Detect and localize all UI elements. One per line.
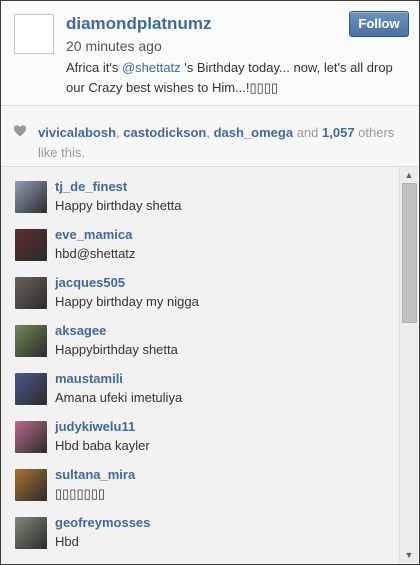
commenter-avatar[interactable] xyxy=(15,229,47,261)
commenter-username[interactable]: aksagee xyxy=(55,323,106,338)
likes-and-word: and xyxy=(293,125,323,140)
comment-text: hbd@shettatz xyxy=(55,246,136,261)
commenter-avatar[interactable] xyxy=(15,469,47,501)
commenter-avatar[interactable] xyxy=(15,517,47,549)
liker-link[interactable]: castodickson xyxy=(123,125,206,140)
likes-section: vivicalabosh, castodickson, dash_omega a… xyxy=(1,106,419,167)
comments-scrollbar[interactable]: ▲ ▼ xyxy=(399,167,418,563)
comment-text: Happy birthday my nigga xyxy=(55,294,199,309)
comment-text: Happy birthday shetta xyxy=(55,198,182,213)
commenter-username[interactable]: tj_de_finest xyxy=(55,179,127,194)
follow-button[interactable]: Follow xyxy=(349,11,409,37)
commenter-avatar[interactable] xyxy=(15,181,47,213)
commenter-username[interactable]: maustamili xyxy=(55,371,123,386)
commenter-username[interactable]: sultana_mira xyxy=(55,467,135,482)
post-author-username[interactable]: diamondplatnumz xyxy=(66,14,211,34)
comment-text: Amana ufeki imetuliya xyxy=(55,390,183,405)
caption-text-start: Africa it's xyxy=(66,60,122,75)
heart-icon[interactable] xyxy=(13,124,27,138)
liker-link[interactable]: vivicalabosh xyxy=(38,125,116,140)
scroll-down-arrow-icon[interactable]: ▼ xyxy=(400,547,418,563)
post-author-avatar[interactable] xyxy=(14,14,54,54)
likes-summary: vivicalabosh, castodickson, dash_omega a… xyxy=(38,123,398,163)
commenter-username[interactable]: geofreymosses xyxy=(55,515,150,530)
comment-item: tj_de_finest Happy birthday shetta xyxy=(1,179,399,227)
commenter-username[interactable]: eve_mamica xyxy=(55,227,132,242)
post-caption: Africa it's @shettatz 's Birthday today.… xyxy=(66,58,401,98)
commenter-avatar[interactable] xyxy=(15,325,47,357)
scroll-up-arrow-icon[interactable]: ▲ xyxy=(400,167,418,183)
likes-count[interactable]: 1,057 xyxy=(322,125,355,140)
comment-text: Hbd xyxy=(55,534,79,549)
comment-text: Hbd baba kayler xyxy=(55,438,150,453)
comment-text: ▯▯▯▯▯▯▯ xyxy=(55,486,106,501)
comment-item: geofreymosses Hbd xyxy=(1,515,399,563)
comment-text: Happybirthday shetta xyxy=(55,342,178,357)
commenter-avatar[interactable] xyxy=(15,277,47,309)
comment-item: eve_mamica hbd@shettatz xyxy=(1,227,399,275)
scroll-thumb[interactable] xyxy=(402,183,417,323)
comment-item: judykiwelu11 Hbd baba kayler xyxy=(1,419,399,467)
commenter-username[interactable]: judykiwelu11 xyxy=(55,419,135,434)
commenter-avatar[interactable] xyxy=(15,421,47,453)
liker-link[interactable]: dash_omega xyxy=(214,125,293,140)
comment-item: aksagee Happybirthday shetta xyxy=(1,323,399,371)
likes-separator: , xyxy=(206,125,214,140)
post-header: diamondplatnumz 20 minutes ago Africa it… xyxy=(1,1,419,106)
commenter-username[interactable]: jacques505 xyxy=(55,275,125,290)
commenter-avatar[interactable] xyxy=(15,373,47,405)
comment-item: maustamili Amana ufeki imetuliya xyxy=(1,371,399,419)
post-timestamp: 20 minutes ago xyxy=(66,38,162,54)
comment-item: sultana_mira ▯▯▯▯▯▯▯ xyxy=(1,467,399,515)
caption-mention-link[interactable]: @shettatz xyxy=(122,60,181,75)
comment-item: jacques505 Happy birthday my nigga xyxy=(1,275,399,323)
comment-list: tj_de_finest Happy birthday shetta eve_m… xyxy=(1,167,399,563)
comments-panel: diamondplatnumz 20 minutes ago Africa it… xyxy=(0,0,420,565)
